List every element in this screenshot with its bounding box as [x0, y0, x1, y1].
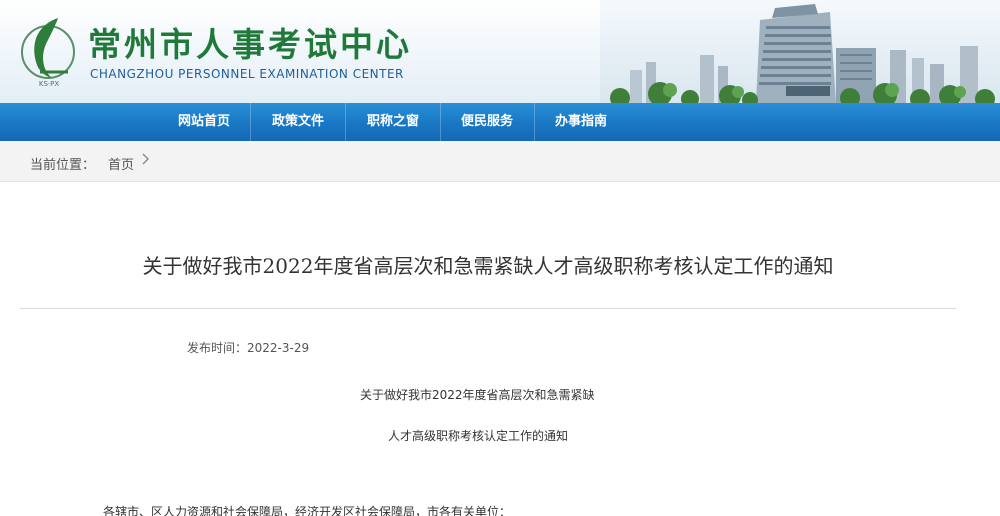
- doc-heading-line-2: 人才高级职称考核认定工作的通知: [388, 429, 569, 443]
- nav-item-policy[interactable]: 政策文件: [272, 103, 324, 141]
- publish-time: 发布时间：2022-3-29: [187, 341, 310, 355]
- site-subtitle: CHANGZHOU PERSONNEL EXAMINATION CENTER: [90, 67, 404, 81]
- main-nav: 网站首页 政策文件 职称之窗 便民服务 办事指南: [0, 103, 1000, 141]
- breadcrumb: 当前位置： 首页: [0, 141, 1000, 182]
- nav-divider: [345, 103, 346, 141]
- chevron-right-icon: [142, 152, 150, 170]
- doc-heading-line-1: 关于做好我市2022年度省高层次和急需紧缺: [360, 388, 595, 402]
- nav-divider: [250, 103, 251, 141]
- city-skyline-image: [600, 0, 1000, 103]
- nav-item-guide[interactable]: 办事指南: [555, 103, 607, 141]
- breadcrumb-label: 当前位置：: [30, 158, 96, 173]
- title-divider: [20, 308, 956, 309]
- nav-item-home[interactable]: 网站首页: [178, 103, 230, 141]
- doc-salutation: 各辖市、区人力资源和社会保障局，经济开发区社会保障局，市各有关单位：: [103, 505, 512, 516]
- logo-icon[interactable]: KS·PX: [18, 10, 80, 90]
- page-title: 关于做好我市2022年度省高层次和急需紧缺人才高级职称考核认定工作的通知: [142, 254, 834, 278]
- nav-divider: [534, 103, 535, 141]
- nav-item-title-window[interactable]: 职称之窗: [367, 103, 419, 141]
- logo-caption: KS·PX: [39, 80, 59, 88]
- nav-divider: [440, 103, 441, 141]
- nav-item-services[interactable]: 便民服务: [461, 103, 513, 141]
- breadcrumb-home-link[interactable]: 首页: [108, 154, 134, 173]
- site-title: 常州市人事考试中心: [88, 25, 412, 64]
- site-header: KS·PX 常州市人事考试中心 CHANGZHOU PERSONNEL EXAM…: [0, 0, 1000, 103]
